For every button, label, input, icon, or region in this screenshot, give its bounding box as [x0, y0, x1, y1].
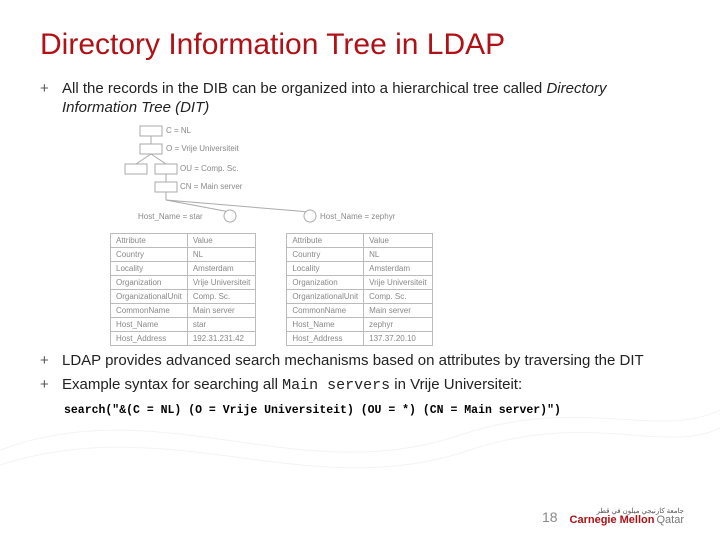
bullet-icon: +: [40, 376, 52, 396]
cmu-qatar-logo: جامعة كارنيجي ميلون في قطر Carnegie Mell…: [570, 508, 684, 526]
tree-label-c: C = NL: [166, 126, 191, 135]
bullet-3-post: in Vrije Universiteit:: [390, 376, 522, 393]
bullet-1: + All the records in the DIB can be orga…: [40, 80, 680, 118]
table-row: Host_Namestar: [111, 317, 256, 331]
logo-location: Qatar: [656, 515, 684, 526]
page-number: 18: [542, 509, 558, 525]
bullet-3-code: Main servers: [282, 377, 390, 394]
table-row: CommonNameMain server: [287, 303, 432, 317]
bullet-icon: +: [40, 352, 52, 371]
attribute-tables: AttributeValue CountryNL LocalityAmsterd…: [110, 233, 590, 346]
tree-label-cn: CN = Main server: [180, 182, 242, 191]
bullet-1-text: All the records in the DIB can be organi…: [62, 80, 680, 118]
bullet-2: + LDAP provides advanced search mechanis…: [40, 352, 680, 371]
table-row: OrganizationalUnitComp. Sc.: [111, 289, 256, 303]
table-row: Host_Address137.37.20.10: [287, 331, 432, 345]
bullet-icon: +: [40, 80, 52, 118]
th-attr: Attribute: [111, 233, 188, 247]
table-row: CommonNameMain server: [111, 303, 256, 317]
table-row: OrganizationVrije Universiteit: [287, 275, 432, 289]
table-row: OrganizationVrije Universiteit: [111, 275, 256, 289]
th-val: Value: [187, 233, 256, 247]
tree-label-ou: OU = Comp. Sc.: [180, 164, 238, 173]
bullet-1-pre: All the records in the DIB can be organi…: [62, 80, 546, 97]
tree-label-host2: Host_Name = zephyr: [320, 212, 395, 221]
slide-footer: 18 جامعة كارنيجي ميلون في قطر Carnegie M…: [542, 508, 684, 526]
bullet-3: + Example syntax for searching all Main …: [40, 376, 680, 396]
th-val: Value: [364, 233, 433, 247]
table-row: Host_Address192.31.231.42: [111, 331, 256, 345]
table-row: Host_Namezephyr: [287, 317, 432, 331]
table-row: LocalityAmsterdam: [287, 261, 432, 275]
attr-table-left: AttributeValue CountryNL LocalityAmsterd…: [110, 233, 256, 346]
tree-label-host1: Host_Name = star: [138, 212, 203, 221]
th-attr: Attribute: [287, 233, 364, 247]
dit-figure: C = NL O = Vrije Universiteit OU = Comp.…: [110, 124, 590, 346]
search-syntax-code: search("&(C = NL) (O = Vrije Universitei…: [64, 404, 680, 417]
logo-name: Carnegie Mellon: [570, 515, 655, 526]
bullet-3-text: Example syntax for searching all Main se…: [62, 376, 680, 396]
attr-table-right: AttributeValue CountryNL LocalityAmsterd…: [286, 233, 432, 346]
slide-title: Directory Information Tree in LDAP: [40, 28, 680, 62]
dit-tree: C = NL O = Vrije Universiteit OU = Comp.…: [110, 124, 590, 229]
bullet-3-pre: Example syntax for searching all: [62, 376, 282, 393]
table-row: LocalityAmsterdam: [111, 261, 256, 275]
table-row: CountryNL: [111, 247, 256, 261]
table-row: CountryNL: [287, 247, 432, 261]
bullet-2-text: LDAP provides advanced search mechanisms…: [62, 352, 680, 371]
table-row: OrganizationalUnitComp. Sc.: [287, 289, 432, 303]
tree-label-o: O = Vrije Universiteit: [166, 144, 239, 153]
